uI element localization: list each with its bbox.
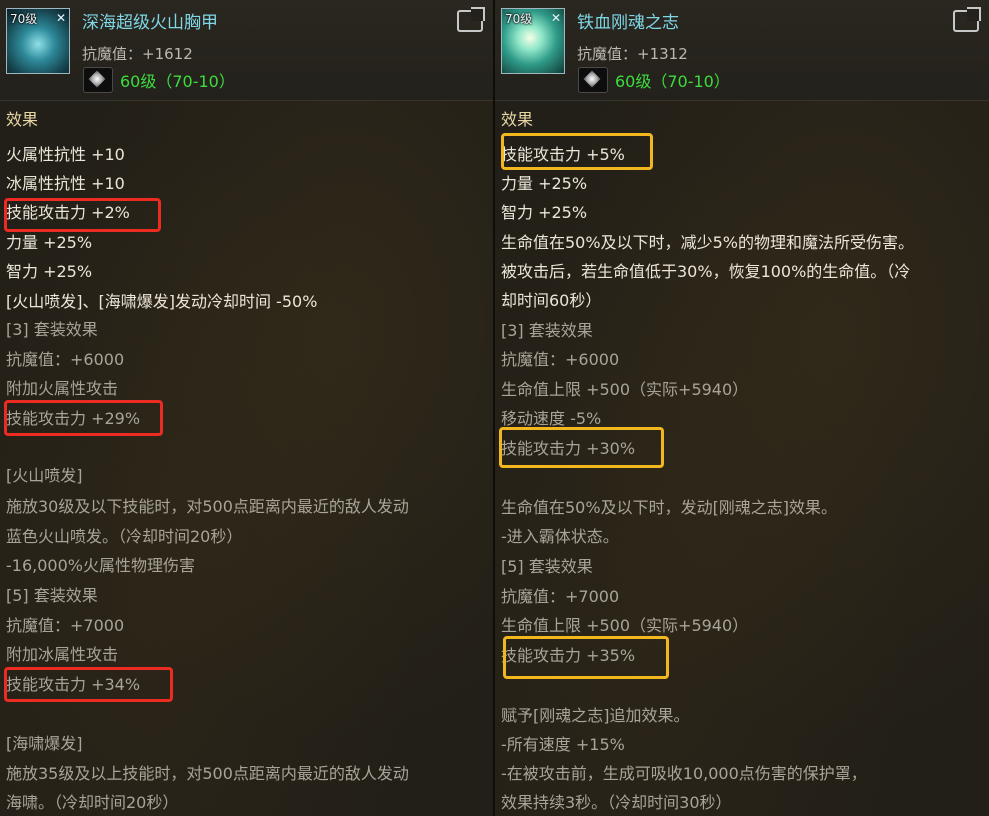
item-name: 铁血刚魂之志 — [577, 13, 679, 33]
skill-desc: -16,000%火属性物理伤害 — [6, 556, 195, 575]
level-requirement: 60级（70-10） — [120, 72, 235, 91]
tooltip-header: 70级 ✕ 深海超级火山胸甲 抗魔值：+1612 60级（70-10） — [0, 0, 493, 101]
set-effect-line: 生命值上限 +500（实际+5940） — [501, 616, 749, 635]
set-effect-heading: [3] 套装效果 — [6, 320, 98, 339]
effect-heading: 效果 — [6, 110, 39, 129]
tooltip-header: 70级 ✕ 铁血刚魂之志 抗魔值：+1312 60级（70-10） — [495, 0, 989, 101]
effect-line: 智力 +25% — [501, 203, 588, 222]
effect-line: 冰属性抗性 +10 — [6, 174, 125, 193]
effect-line: 火属性抗性 +10 — [6, 145, 125, 164]
effect-line: [火山喷发]、[海啸爆发]发动冷却时间 -50% — [6, 292, 318, 311]
set-effect-line: 效果持续3秒。（冷却时间30秒） — [501, 793, 732, 812]
skill-desc: 海啸。（冷却时间20秒） — [6, 793, 179, 812]
effect-line: 被攻击后，若生命值低于30%，恢复100%的生命值。（冷 — [501, 262, 911, 281]
highlight-box — [501, 133, 653, 170]
set-effect-line: 附加火属性攻击 — [6, 379, 119, 398]
item-level-badge: 70级 — [505, 12, 533, 26]
item-name: 深海超级火山胸甲 — [82, 13, 218, 33]
level-requirement: 60级（70-10） — [615, 72, 730, 91]
highlight-box — [499, 427, 664, 468]
set-effect-line: 附加冰属性攻击 — [6, 645, 119, 664]
set-effect-line: 移动速度 -5% — [501, 409, 602, 428]
highlight-box — [4, 400, 163, 436]
skill-heading: [海啸爆发] — [6, 734, 83, 753]
set-effect-line: 抗魔值：+6000 — [6, 350, 125, 369]
sparkle-icon: ✕ — [550, 11, 561, 25]
effect-line: 却时间60秒） — [501, 291, 602, 310]
set-effect-line: -所有速度 +15% — [501, 735, 625, 754]
share-icon[interactable] — [953, 10, 979, 32]
highlight-box — [4, 667, 173, 702]
magic-resistance: 抗魔值：+1312 — [577, 45, 688, 63]
item-tooltip-left: 70级 ✕ 深海超级火山胸甲 抗魔值：+1612 60级（70-10） 效果 火… — [0, 0, 495, 816]
set-effect-heading: [5] 套装效果 — [6, 586, 98, 605]
highlight-box — [503, 636, 669, 679]
share-icon[interactable] — [457, 10, 483, 32]
set-effect-line: 生命值在50%及以下时，发动[刚魂之志]效果。 — [501, 498, 838, 517]
effect-line: 力量 +25% — [501, 174, 588, 193]
set-effect-line: 赋予[刚魂之志]追加效果。 — [501, 706, 690, 725]
item-tooltip-right: 70级 ✕ 铁血刚魂之志 抗魔值：+1312 60级（70-10） 效果 技能攻… — [495, 0, 989, 816]
set-effect-heading: [5] 套装效果 — [501, 557, 593, 576]
item-icon[interactable]: 70级 ✕ — [501, 8, 565, 74]
set-effect-line: 抗魔值：+7000 — [6, 616, 125, 635]
skill-heading: [火山喷发] — [6, 466, 83, 485]
set-effect-line: -进入霸体状态。 — [501, 527, 619, 546]
effect-line: 生命值在50%及以下时，减少5%的物理和魔法所受伤害。 — [501, 233, 914, 252]
item-level-badge: 70级 — [10, 12, 38, 26]
set-effect-line: -在被攻击前，生成可吸收10,000点伤害的保护罩， — [501, 764, 867, 783]
effect-line: 力量 +25% — [6, 233, 93, 252]
chest-armor-icon[interactable]: 70级 ✕ — [6, 8, 70, 74]
effect-line: 智力 +25% — [6, 262, 93, 281]
set-effect-line: 抗魔值：+7000 — [501, 587, 620, 606]
set-effect-line: 抗魔值：+6000 — [501, 350, 620, 369]
skill-desc: 蓝色火山喷发。（冷却时间20秒） — [6, 527, 243, 546]
set-effect-heading: [3] 套装效果 — [501, 321, 593, 340]
highlight-box — [4, 198, 161, 232]
gem-icon — [83, 67, 113, 93]
sparkle-icon: ✕ — [55, 11, 66, 25]
skill-desc: 施放35级及以上技能时，对500点距离内最近的敌人发动 — [6, 764, 409, 783]
skill-desc: 施放30级及以下技能时，对500点距离内最近的敌人发动 — [6, 497, 409, 516]
set-effect-line: 生命值上限 +500（实际+5940） — [501, 380, 749, 399]
gem-icon — [578, 67, 608, 93]
magic-resistance: 抗魔值：+1612 — [82, 45, 193, 63]
effect-heading: 效果 — [501, 110, 534, 129]
